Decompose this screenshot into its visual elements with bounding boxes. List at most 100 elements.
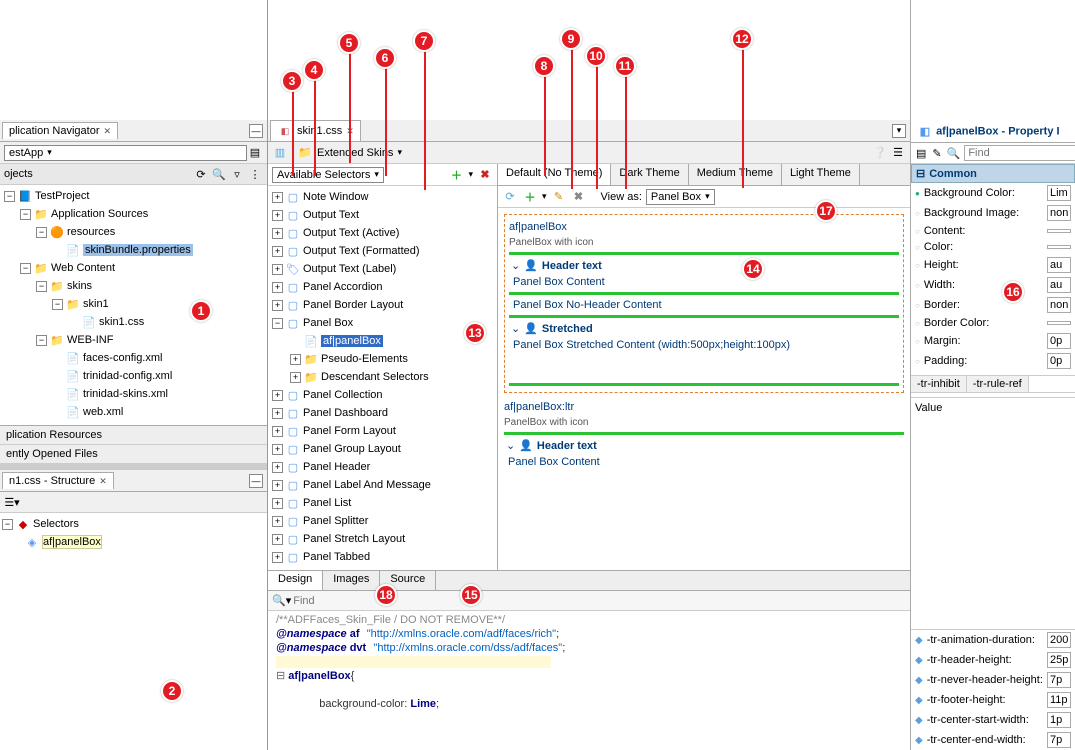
minimize-icon[interactable]: — xyxy=(249,124,263,138)
selectors-tree[interactable]: +▢Note Window+▢Output Text+▢Output Text … xyxy=(268,186,497,570)
expand-icon[interactable]: + xyxy=(272,228,283,239)
refresh-icon[interactable]: ⟳ xyxy=(502,189,518,205)
tree-item[interactable]: −🟠resources xyxy=(2,223,265,241)
app-navigator-tab[interactable]: plication Navigator ✕ xyxy=(2,122,118,139)
tree-item[interactable]: −📁WEB-INF xyxy=(2,331,265,349)
property-value-input[interactable]: Lim xyxy=(1047,185,1071,201)
tree-item[interactable]: −📁skins xyxy=(2,277,265,295)
property-value-input[interactable]: non xyxy=(1047,205,1071,221)
find-icon[interactable]: 🔍 xyxy=(211,166,227,182)
editor-menu-icon[interactable]: ▾ xyxy=(892,124,906,138)
property-value-input[interactable] xyxy=(1047,321,1071,325)
align-icon[interactable]: ▥ xyxy=(272,145,288,161)
tree-item[interactable]: 📄trinidad-skins.xml xyxy=(2,385,265,403)
selector-item[interactable]: +▢Note Window xyxy=(270,188,495,206)
selector-item[interactable]: +▢Panel Collection xyxy=(270,386,495,404)
selector-item[interactable]: +▢Panel Group Layout xyxy=(270,440,495,458)
panelbox-header[interactable]: ⌄ 👤 Header text xyxy=(504,437,904,454)
tree-item[interactable]: 📄trinidad-config.xml xyxy=(2,367,265,385)
disclosure-icon[interactable]: ⌄ xyxy=(506,439,515,452)
expand-icon[interactable]: + xyxy=(272,498,283,509)
selector-item[interactable]: +▢Panel Accordion xyxy=(270,278,495,296)
delete-icon[interactable]: ✖ xyxy=(571,189,587,205)
expand-icon[interactable]: − xyxy=(20,209,31,220)
available-selectors-combo[interactable]: Available Selectors ▾ xyxy=(272,167,384,183)
selector-item[interactable]: +▢Panel Border Layout xyxy=(270,296,495,314)
property-value-input[interactable] xyxy=(1047,245,1071,249)
tr-property-value-input[interactable]: 25p xyxy=(1047,652,1071,668)
tab-design[interactable]: Design xyxy=(268,571,323,590)
collapse-icon[interactable]: ⊟ xyxy=(916,167,925,180)
expand-icon[interactable]: + xyxy=(272,264,283,275)
expand-icon[interactable]: + xyxy=(272,462,283,473)
property-value-input[interactable]: 0p xyxy=(1047,353,1071,369)
tree-item[interactable]: −📁Web Content xyxy=(2,259,265,277)
options-icon[interactable]: ☰ xyxy=(890,145,906,161)
structure-tab[interactable]: n1.css - Structure ✕ xyxy=(2,472,114,489)
categorize-icon[interactable]: ▤ xyxy=(915,145,927,161)
project-tree[interactable]: −📘TestProject−📁Application Sources−🟠reso… xyxy=(0,185,267,425)
tr-property-value-input[interactable]: 1p xyxy=(1047,712,1071,728)
expand-icon[interactable]: + xyxy=(272,426,283,437)
tab-tr-inhibit[interactable]: -tr-inhibit xyxy=(911,376,967,392)
panelbox-header[interactable]: ⌄ 👤 Header text xyxy=(509,257,899,274)
recent-files-tab[interactable]: ently Opened Files xyxy=(0,445,267,464)
selector-item[interactable]: −▢Panel Box xyxy=(270,314,495,332)
source-code[interactable]: /**ADFFaces_Skin_File / DO NOT REMOVE**/… xyxy=(268,611,910,750)
minimize-icon[interactable]: — xyxy=(249,474,263,488)
structure-root[interactable]: − ◆ Selectors xyxy=(2,515,265,533)
property-value-input[interactable] xyxy=(1047,229,1071,233)
options-icon[interactable]: ⋮ xyxy=(247,166,263,182)
close-icon[interactable]: ✕ xyxy=(99,476,107,487)
tree-item[interactable]: 📄faces-config.xml xyxy=(2,349,265,367)
panelbox-header[interactable]: ⌄ 👤 Stretched xyxy=(509,320,899,337)
app-menu-icon[interactable]: ▤ xyxy=(247,145,263,161)
tab-dark-theme[interactable]: Dark Theme xyxy=(611,164,688,185)
disclosure-icon[interactable]: ⌄ xyxy=(511,322,520,335)
expand-icon[interactable]: − xyxy=(272,318,283,329)
structure-menu-icon[interactable]: ☰▾ xyxy=(4,494,20,510)
selector-item[interactable]: +📁Pseudo-Elements xyxy=(270,350,495,368)
selector-item[interactable]: +▢Panel Tabbed xyxy=(270,548,495,566)
structure-tree[interactable]: − ◆ Selectors ◈ af|panelBox xyxy=(0,513,267,750)
selector-item[interactable]: 📄af|panelBox xyxy=(270,332,495,350)
selector-item[interactable]: +▢Output Text xyxy=(270,206,495,224)
chevron-down-icon[interactable]: ▾ xyxy=(468,169,473,180)
tr-property-value-input[interactable]: 7p xyxy=(1047,672,1071,688)
property-value-input[interactable]: 0p xyxy=(1047,333,1071,349)
view-as-combo[interactable]: Panel Box ▾ xyxy=(646,189,715,205)
structure-item[interactable]: ◈ af|panelBox xyxy=(2,533,265,551)
tree-item[interactable]: −📁skin1 xyxy=(2,295,265,313)
selector-item[interactable]: +▢Panel Stretch Layout xyxy=(270,530,495,548)
tab-medium-theme[interactable]: Medium Theme xyxy=(689,164,782,185)
delete-icon[interactable]: ✖ xyxy=(477,167,493,183)
search-icon[interactable]: 🔍▾ xyxy=(272,594,291,607)
expand-icon[interactable]: + xyxy=(272,444,283,455)
tab-images[interactable]: Images xyxy=(323,571,380,590)
selector-item[interactable]: +📁Descendant Selectors xyxy=(270,368,495,386)
property-value-input[interactable]: non xyxy=(1047,297,1071,313)
disclosure-icon[interactable]: ⌄ xyxy=(511,259,520,272)
selector-item[interactable]: +▢Panel Label And Message xyxy=(270,476,495,494)
expand-icon[interactable]: − xyxy=(52,299,63,310)
add-icon[interactable]: ＋ xyxy=(448,167,464,183)
selector-item[interactable]: +▢Panel Dashboard xyxy=(270,404,495,422)
expand-icon[interactable]: + xyxy=(272,534,283,545)
expand-icon[interactable]: + xyxy=(290,354,301,365)
folder-icon[interactable]: 📁 xyxy=(297,145,313,161)
expand-icon[interactable]: − xyxy=(20,263,31,274)
selector-item[interactable]: +▢Panel List xyxy=(270,494,495,512)
expand-icon[interactable]: + xyxy=(272,480,283,491)
expand-icon[interactable]: + xyxy=(272,408,283,419)
tree-item[interactable]: −📁Application Sources xyxy=(2,205,265,223)
selector-item[interactable]: +🏷Output Text (Label) xyxy=(270,260,495,278)
add-icon[interactable]: ＋ xyxy=(522,189,538,205)
selector-item[interactable]: +▢Output Text (Active) xyxy=(270,224,495,242)
tab-default-theme[interactable]: Default (No Theme) xyxy=(498,164,611,185)
property-value-input[interactable]: au xyxy=(1047,277,1071,293)
tree-item[interactable]: 📄skinBundle.properties xyxy=(2,241,265,259)
selector-item[interactable]: +▢Panel Header xyxy=(270,458,495,476)
tree-item[interactable]: −📘TestProject xyxy=(2,187,265,205)
expand-icon[interactable]: − xyxy=(36,227,47,238)
expand-icon[interactable]: + xyxy=(272,516,283,527)
